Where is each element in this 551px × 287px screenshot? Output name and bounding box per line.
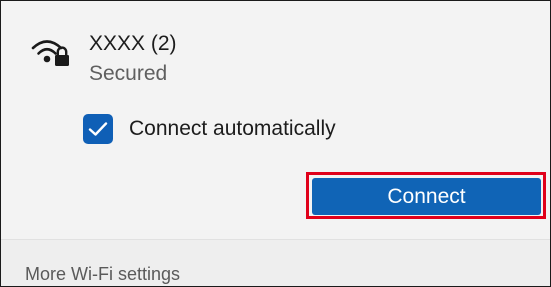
more-wifi-settings-link[interactable]: More Wi-Fi settings <box>25 264 180 285</box>
connect-automatically-label: Connect automatically <box>129 117 336 140</box>
flyout-footer: More Wi-Fi settings <box>1 240 550 286</box>
network-item[interactable]: XXXX (2) Secured Connect automatically C… <box>1 1 550 241</box>
checkbox-checked-icon[interactable] <box>83 114 113 144</box>
connect-button[interactable]: Connect <box>312 178 541 215</box>
wifi-secured-icon <box>30 34 74 70</box>
connect-button-label: Connect <box>387 184 466 208</box>
network-security-status: Secured <box>89 62 168 85</box>
network-name: XXXX (2) <box>89 32 177 55</box>
wifi-flyout-panel: XXXX (2) Secured Connect automatically C… <box>0 0 551 287</box>
connect-automatically-checkbox[interactable]: Connect automatically <box>83 113 336 145</box>
